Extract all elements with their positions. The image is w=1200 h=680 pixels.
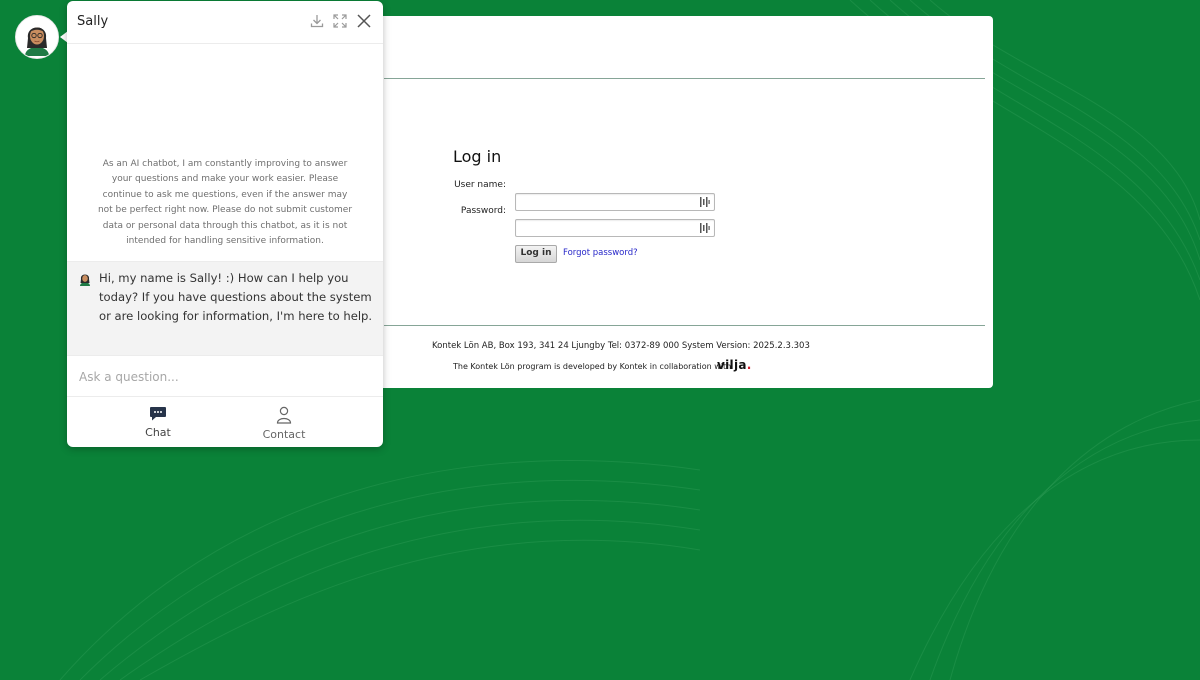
- chat-header: Sally: [67, 1, 383, 44]
- username-field-wrapper: [515, 193, 715, 213]
- chat-input-row: [67, 355, 383, 397]
- footer-divider: [384, 325, 985, 326]
- password-field-wrapper: [515, 219, 715, 239]
- vilja-logo-dot: .: [746, 358, 752, 372]
- tab-contact-label: Contact: [262, 428, 306, 441]
- password-input[interactable]: [516, 222, 700, 239]
- company-info: Kontek Lön AB, Box 193, 341 24 Ljungby T…: [432, 341, 810, 351]
- chatbot-avatar-button[interactable]: [15, 15, 59, 59]
- download-icon[interactable]: [309, 13, 325, 29]
- tab-chat-label: Chat: [145, 426, 171, 439]
- greeting-message: Hi, my name is Sally! :) How can I help …: [99, 271, 373, 323]
- ai-disclaimer: As an AI chatbot, I am constantly improv…: [97, 159, 353, 247]
- sally-avatar-icon: [16, 16, 58, 58]
- tab-contact[interactable]: Contact: [244, 406, 324, 441]
- vilja-logo-text: vilja: [717, 358, 747, 372]
- login-button[interactable]: Log in: [515, 245, 557, 263]
- username-input[interactable]: [516, 196, 700, 213]
- password-manager-icon[interactable]: [700, 222, 710, 234]
- password-manager-icon[interactable]: [700, 196, 710, 208]
- close-icon[interactable]: [356, 13, 372, 29]
- expand-icon[interactable]: [332, 13, 348, 29]
- tab-chat[interactable]: Chat: [118, 406, 198, 439]
- password-label: Password:: [460, 206, 506, 216]
- chat-message: Hi, my name is Sally! :) How can I help …: [67, 261, 383, 356]
- header-divider: [384, 78, 985, 79]
- collaboration-text: The Kontek Lön program is developed by K…: [453, 362, 732, 371]
- login-title: Log in: [453, 147, 502, 166]
- sally-small-avatar-icon: [80, 274, 90, 286]
- forgot-password-link[interactable]: Forgot password?: [563, 248, 638, 258]
- username-label: User name:: [454, 180, 506, 190]
- login-card: Log in User name: Password: Log in Forgo…: [370, 16, 993, 388]
- person-icon: [276, 406, 292, 424]
- chat-panel: Sally As an AI chatbot, I am constantly …: [67, 1, 383, 447]
- vilja-logo: vilja.: [717, 358, 752, 372]
- chat-input[interactable]: [77, 367, 371, 387]
- chat-bubble-icon: [150, 407, 166, 421]
- chat-title: Sally: [77, 14, 109, 29]
